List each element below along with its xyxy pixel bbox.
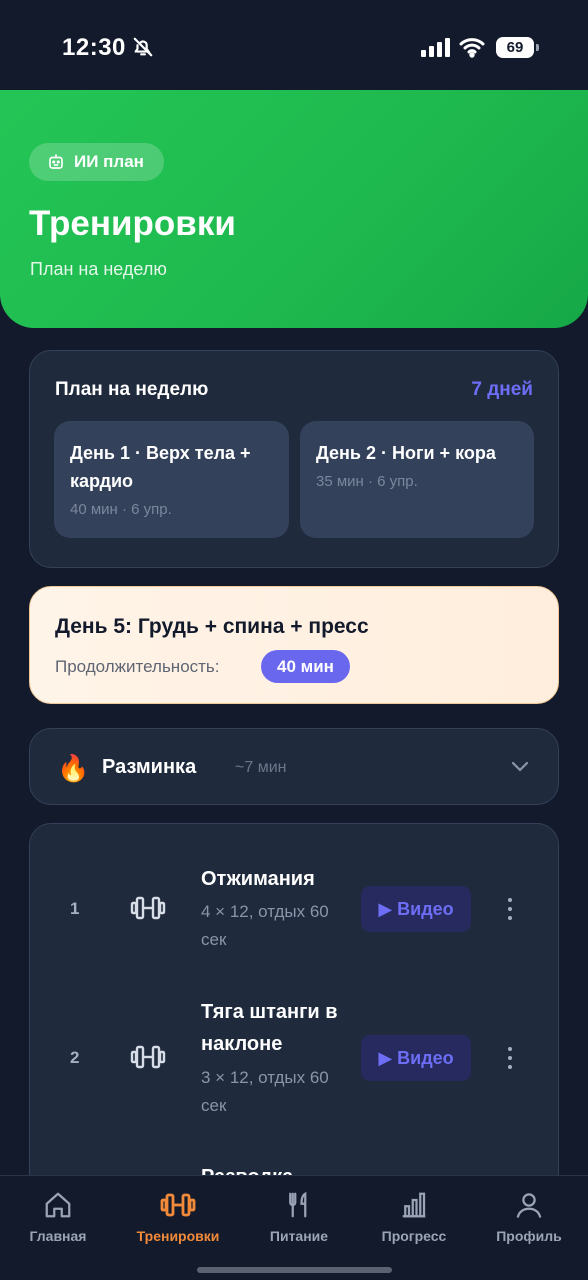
ai-plan-label: ИИ план — [74, 152, 144, 171]
video-button[interactable]: ▶ Видео — [361, 886, 471, 932]
exercise-number: 2 — [70, 1048, 80, 1067]
video-button-label: Видео — [397, 898, 454, 919]
status-bar: 12:30 69 — [0, 0, 588, 92]
warmup-section[interactable]: 🔥 Разминка ~7 мин — [29, 728, 559, 805]
home-indicator[interactable] — [197, 1267, 392, 1273]
play-icon: ▶ — [378, 1047, 393, 1068]
day-meta: 40 мин · 6 упр. — [70, 501, 172, 518]
nav-item-profile[interactable]: Профиль — [474, 1190, 584, 1244]
exercise-number: 1 — [70, 899, 80, 918]
exercise-detail: 4 × 12, отдых 60 сек — [201, 902, 329, 949]
status-time: 12:30 — [62, 34, 126, 61]
today-workout-card: День 5: Грудь + спина + пресс Продолжите… — [29, 586, 559, 704]
day-name: День 2 · Ноги + кора — [316, 443, 496, 463]
nav-label: Питание — [269, 1228, 329, 1244]
bell-off-icon — [133, 37, 153, 57]
day-card-1[interactable]: День 1 · Верх тела + кардио 40 мин · 6 у… — [54, 421, 289, 538]
duration-label: Продолжительность: — [55, 657, 220, 676]
bar-chart-icon — [402, 1192, 426, 1218]
nav-label: Главная — [29, 1228, 87, 1244]
nav-item-nutrition[interactable]: Питание — [244, 1190, 354, 1244]
dumbbell-icon — [130, 896, 166, 920]
fork-knife-icon — [289, 1191, 307, 1218]
nav-item-workouts[interactable]: Тренировки — [123, 1190, 233, 1244]
battery-indicator: 69 — [496, 37, 539, 58]
home-icon — [45, 1192, 71, 1218]
exercise-name: Отжимания — [201, 868, 315, 890]
dumbbell-icon — [130, 1045, 166, 1069]
nav-label: Профиль — [496, 1228, 562, 1244]
today-workout-title: День 5: Грудь + спина + пресс — [55, 615, 369, 638]
play-icon: ▶ — [378, 898, 393, 919]
exercise-name: Тяга штанги в наклоне — [201, 1001, 338, 1055]
wifi-icon — [459, 38, 485, 58]
more-options-icon[interactable] — [500, 1043, 520, 1073]
page-title: Тренировки — [29, 204, 236, 243]
warmup-title: Разминка — [102, 756, 197, 778]
video-button-label: Видео — [397, 1047, 454, 1068]
week-plan-days-link[interactable]: 7 дней — [471, 379, 533, 401]
day-name: День 1 · Верх тела + кардио — [70, 443, 251, 491]
nav-item-progress[interactable]: Прогресс — [359, 1190, 469, 1244]
chevron-down-icon[interactable] — [510, 759, 530, 773]
more-options-icon[interactable] — [500, 894, 520, 924]
week-plan-title: План на неделю — [55, 379, 209, 400]
exercise-detail: 3 × 12, отдых 60 сек — [201, 1068, 329, 1115]
user-icon — [516, 1193, 542, 1218]
day-card-2[interactable]: День 2 · Ноги + кора 35 мин · 6 упр. — [300, 421, 534, 538]
fire-icon: 🔥 — [57, 753, 90, 783]
day-meta: 35 мин · 6 упр. — [316, 473, 418, 490]
dumbbell-icon — [160, 1193, 196, 1217]
ai-plan-badge[interactable]: ИИ план — [29, 143, 164, 181]
signal-icon — [421, 38, 450, 57]
bottom-navigation: Главная Тренировки Питание Прогресс Проф… — [0, 1175, 588, 1280]
duration-badge: 40 мин — [261, 650, 350, 683]
warmup-time: ~7 мин — [235, 759, 287, 776]
page-subtitle: План на неделю — [30, 259, 167, 279]
nav-label: Прогресс — [381, 1228, 447, 1244]
week-plan-card: План на неделю 7 дней День 1 · Верх тела… — [29, 350, 559, 568]
video-button[interactable]: ▶ Видео — [361, 1035, 471, 1081]
hero-header: ИИ план Тренировки План на неделю — [0, 90, 588, 328]
robot-icon — [49, 154, 63, 169]
nav-label: Тренировки — [136, 1228, 220, 1244]
nav-item-home[interactable]: Главная — [3, 1190, 113, 1244]
